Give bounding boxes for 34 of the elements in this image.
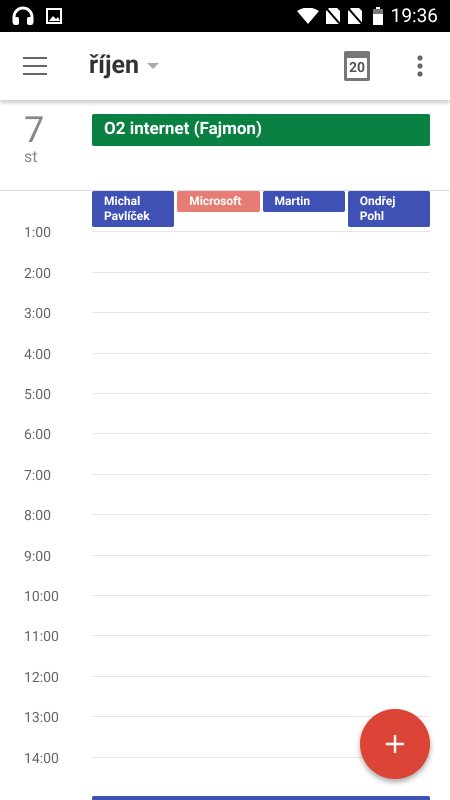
- hour-label: 5:00: [24, 387, 51, 403]
- plus-icon: [386, 735, 404, 753]
- menu-icon[interactable]: [23, 57, 47, 75]
- month-dropdown[interactable]: říjen: [89, 47, 159, 85]
- hour-label: 10:00: [24, 589, 59, 605]
- no-sim-icon: [346, 7, 363, 25]
- battery-icon: [372, 7, 383, 25]
- headphones-icon: [12, 6, 34, 26]
- weekday: st: [24, 148, 38, 166]
- hour-label: 6:00: [24, 427, 51, 444]
- no-sim-icon: [324, 7, 341, 25]
- all-day-event[interactable]: O2 internet (Fajmon): [92, 114, 430, 146]
- hour-label: 1:00: [24, 225, 51, 242]
- day-number: 7: [24, 112, 46, 148]
- wifi-icon: [296, 8, 319, 24]
- hour-label: 14:00: [24, 750, 59, 767]
- clock-time: 19:36: [390, 2, 438, 29]
- hour-label: 8:00: [24, 508, 51, 524]
- today-button[interactable]: 20: [344, 51, 370, 81]
- hour-label: 12:00: [24, 670, 59, 686]
- caret-icon: [147, 63, 159, 69]
- hour-label: 7:00: [24, 468, 51, 484]
- image-icon: [46, 8, 62, 24]
- event-chip[interactable]: Martin: [262, 191, 345, 212]
- hour-label: 13:00: [24, 710, 59, 726]
- hour-label: 2:00: [24, 266, 51, 282]
- add-event-button[interactable]: [360, 709, 430, 779]
- hour-label: 3:00: [24, 306, 51, 322]
- hour-label: 11:00: [24, 629, 59, 646]
- more-options-icon[interactable]: [417, 55, 423, 77]
- event-chip[interactable]: Michal Pavlíček: [92, 191, 174, 227]
- event-chip[interactable]: Ondřej Pohl: [348, 191, 430, 227]
- hour-label: 9:00: [24, 548, 51, 565]
- hour-label: 4:00: [24, 346, 51, 363]
